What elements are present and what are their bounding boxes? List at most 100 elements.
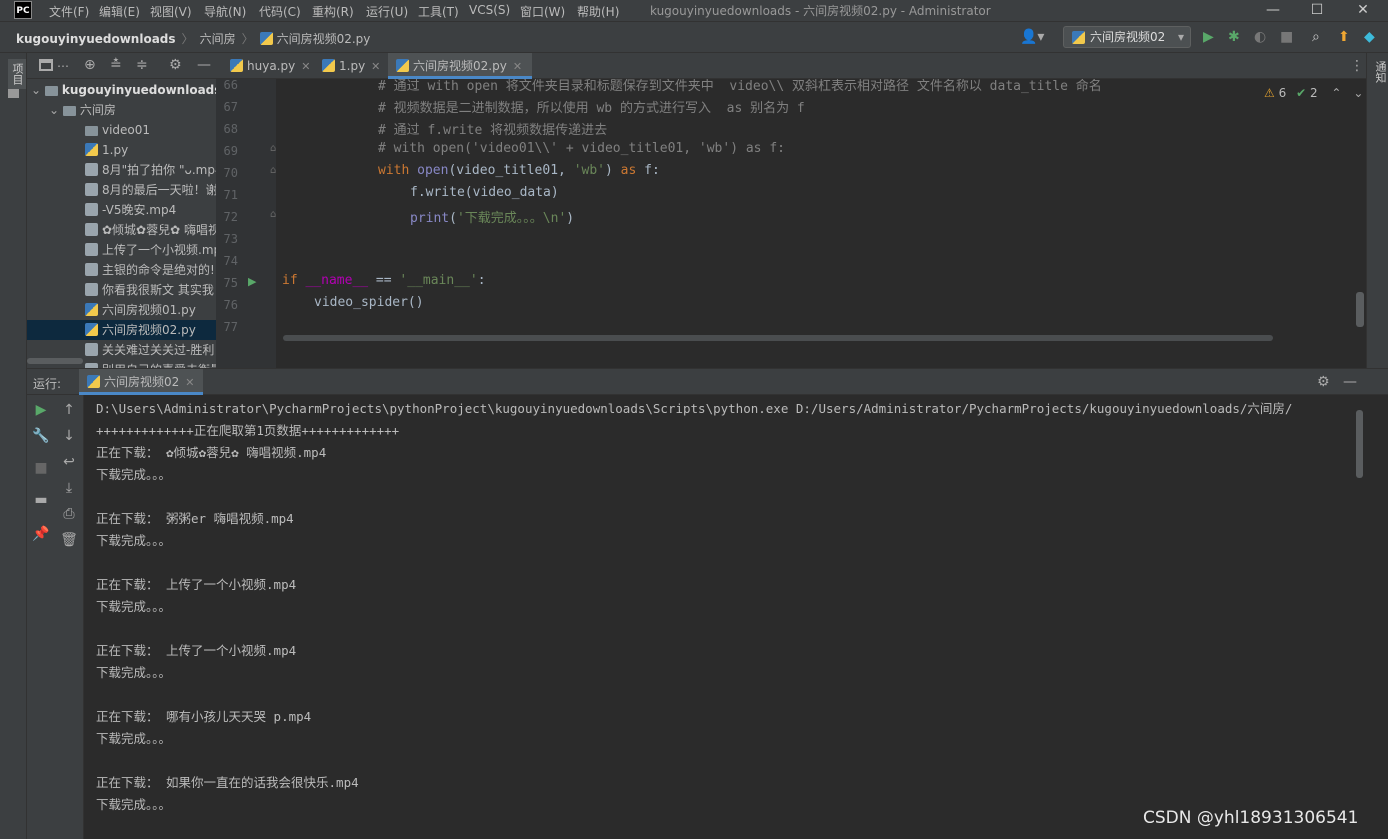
menu-item[interactable]: VCS(S) <box>469 3 510 17</box>
menu-item[interactable]: 窗口(W) <box>520 3 565 20</box>
menu-item[interactable]: 视图(V) <box>150 3 192 20</box>
run-icon[interactable]: ▶ <box>1203 28 1214 46</box>
code-token: '__main__' <box>399 273 478 288</box>
settings-icon[interactable]: ⚙ <box>169 56 182 74</box>
tree-item[interactable]: 关关难过关关过-胜利 <box>27 340 216 360</box>
close-window-button[interactable]: ✕ <box>1340 0 1386 22</box>
code-editor[interactable]: # 通过 with open 将文件夹目录和标题保存到文件夹中 video\\ … <box>277 79 1366 343</box>
tree-item[interactable]: 8月"拍了拍你 "ᴗ.mp4 <box>27 160 216 180</box>
ide-logo-icon[interactable]: ◆ <box>1364 28 1375 46</box>
close-icon[interactable]: ✕ <box>185 376 194 389</box>
stop-icon[interactable]: ■ <box>31 459 51 477</box>
expand-all-icon[interactable]: ≛ <box>110 56 122 74</box>
next-highlight-icon[interactable]: ⌄ <box>1353 86 1363 100</box>
editor-scrollbar[interactable] <box>1356 292 1364 327</box>
project-view-icon[interactable] <box>39 59 53 71</box>
line-number: 75 <box>223 276 238 290</box>
layout-icon[interactable]: ▬ <box>31 491 51 509</box>
console-line: 下载完成。。。 <box>96 665 172 680</box>
locate-icon[interactable]: ⊕ <box>84 56 96 74</box>
editor-tab[interactable]: huya.py ✕ <box>222 53 320 79</box>
tree-item[interactable]: ✿倾城✿蓉兒✿ 嗨唱视 <box>27 220 216 240</box>
line-number: 74 <box>223 254 238 268</box>
breadcrumb-folder[interactable]: 六间房 <box>200 32 236 46</box>
fold-icon[interactable]: ⌂ <box>270 165 276 176</box>
fold-icon[interactable]: ⌂ <box>270 143 276 154</box>
stop-icon[interactable]: ■ <box>1280 28 1293 46</box>
menu-item[interactable]: 导航(N) <box>204 3 246 20</box>
editor-hscrollbar[interactable] <box>283 335 1273 341</box>
tree-item[interactable]: -V5晚安.mp4 <box>27 200 216 220</box>
close-icon[interactable]: ✕ <box>301 60 310 73</box>
tree-item[interactable]: 你看我很斯文 其实我 <box>27 280 216 300</box>
line-number: 72 <box>223 210 238 224</box>
update-icon[interactable]: ⬆ <box>1338 28 1350 46</box>
tree-item[interactable]: ⌄ kugouyinyuedownloads <box>27 80 216 100</box>
menu-item[interactable]: 重构(R) <box>312 3 354 20</box>
menu-item[interactable]: 文件(F) <box>49 3 89 20</box>
down-arrow-icon[interactable]: ↓ <box>59 427 79 445</box>
hide-icon[interactable]: — <box>197 56 211 74</box>
structure-icon[interactable] <box>8 89 19 98</box>
tree-item[interactable]: 上传了一个小视频.mp <box>27 240 216 260</box>
menu-item[interactable]: 代码(C) <box>259 3 301 20</box>
coverage-icon[interactable]: ◐ <box>1254 28 1266 46</box>
print-icon[interactable]: ⎙ <box>59 505 79 523</box>
trash-icon[interactable]: 🗑 <box>59 531 79 549</box>
tree-item-label: kugouyinyuedownloads <box>61 83 216 97</box>
project-tool-tab[interactable]: 项目 <box>8 59 26 89</box>
tree-item[interactable]: ⌄ 六间房 <box>27 100 216 120</box>
run-tab[interactable]: 六间房视频02 ✕ <box>79 369 203 395</box>
chevron-down-icon[interactable]: ⌄ <box>31 83 45 97</box>
line-number: 73 <box>223 232 238 246</box>
project-view-menu[interactable]: … <box>57 56 69 70</box>
soft-wrap-icon[interactable]: ↩ <box>59 453 79 471</box>
breadcrumb-project[interactable]: kugouyinyuedownloads <box>16 32 176 46</box>
tree-item[interactable]: 8月的最后一天啦！谢 <box>27 180 216 200</box>
python-file-icon <box>85 303 98 316</box>
code-line: # 通过 with open 将文件夹目录和标题保存到文件夹中 video\\ … <box>378 79 1102 94</box>
notifications-tool-tab[interactable]: 通知 <box>1372 61 1388 83</box>
tree-item[interactable]: video01 <box>27 120 216 140</box>
collapse-all-icon[interactable]: ≑ <box>136 56 148 74</box>
tree-item[interactable]: 六间房视频01.py <box>27 300 216 320</box>
code-line: # with open('video01\\' + video_title01,… <box>378 141 785 156</box>
project-toolbar: … ⊕ ≛ ≑ ⚙ — <box>27 53 216 79</box>
close-icon[interactable]: ✕ <box>371 60 380 73</box>
search-icon[interactable]: ⌕ <box>1312 28 1320 46</box>
console-line: 下载完成。。。 <box>96 731 172 746</box>
tree-item[interactable]: 六间房视频02.py <box>27 320 216 340</box>
code-line: # 通过 f.write 将视频数据传递进去 <box>378 119 607 138</box>
tree-item[interactable]: 1.py <box>27 140 216 160</box>
editor-tab[interactable]: 1.py ✕ <box>314 53 390 79</box>
menu-item[interactable]: 编辑(E) <box>99 3 140 20</box>
editor-tab[interactable]: 六间房视频02.py ✕ <box>388 53 533 79</box>
settings-icon[interactable]: ⚙ <box>1317 373 1330 391</box>
pin-icon[interactable]: 📌 <box>31 525 51 543</box>
scroll-to-end-icon[interactable]: ⤓ <box>59 479 79 497</box>
wrench-icon[interactable]: 🔧 <box>31 427 51 445</box>
fold-icon[interactable]: ⌂ <box>270 209 276 220</box>
tree-item[interactable]: 主银的命令是绝对的! <box>27 260 216 280</box>
menu-item[interactable]: 帮助(H) <box>577 3 619 20</box>
chevron-down-icon[interactable]: ⌄ <box>49 103 63 117</box>
run-console[interactable]: D:\Users\Administrator\PycharmProjects\p… <box>84 395 1366 839</box>
prev-highlight-icon[interactable]: ⌃ <box>1331 86 1341 100</box>
up-arrow-icon[interactable]: ↑ <box>59 401 79 419</box>
user-icon[interactable]: 👤▾ <box>1020 28 1044 46</box>
minimize-button[interactable]: — <box>1250 0 1296 22</box>
more-tabs-icon[interactable]: ⋮ <box>1350 57 1364 75</box>
console-scrollbar[interactable] <box>1356 410 1363 478</box>
inspection-widget[interactable]: ⚠ 6 ✔ 2 ⌃ ⌄ <box>1264 86 1363 100</box>
run-config-select[interactable]: 六间房视频02 ▾ <box>1063 26 1191 48</box>
hide-icon[interactable]: — <box>1343 373 1357 391</box>
rerun-icon[interactable]: ▶ <box>31 401 51 419</box>
menu-item[interactable]: 运行(U) <box>366 3 408 20</box>
close-icon[interactable]: ✕ <box>513 60 522 73</box>
menu-item[interactable]: 工具(T) <box>418 3 459 20</box>
project-hscrollbar[interactable] <box>27 358 83 364</box>
run-gutter-icon[interactable]: ▶ <box>248 275 256 288</box>
breadcrumb-file[interactable]: 六间房视频02.py <box>277 32 371 46</box>
maximize-button[interactable]: ☐ <box>1294 0 1340 22</box>
debug-icon[interactable]: ✱ <box>1228 28 1240 46</box>
